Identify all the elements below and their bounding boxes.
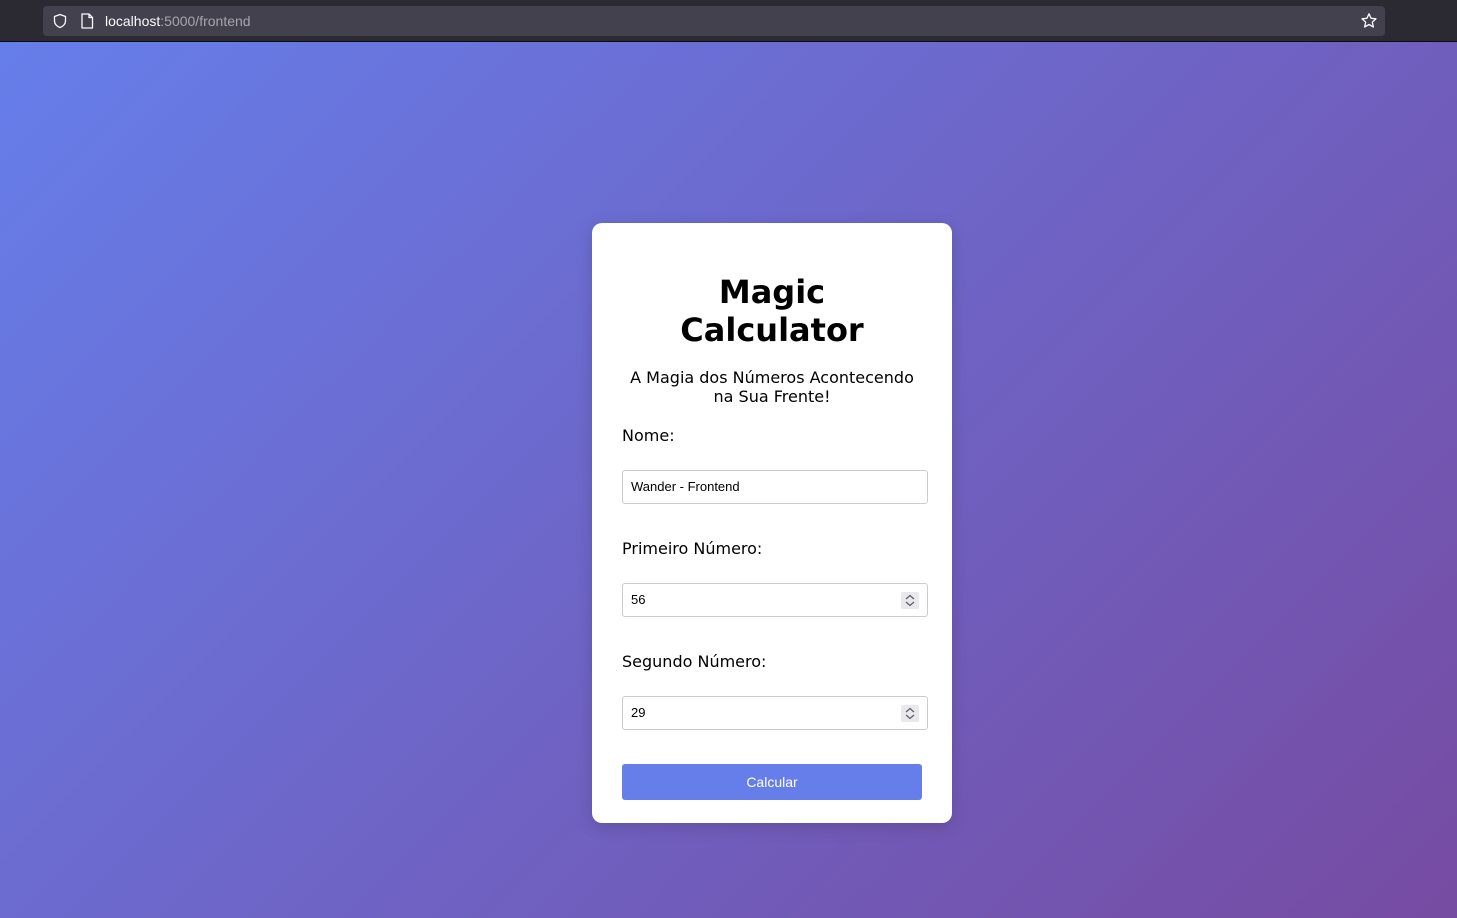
address-bar[interactable]: localhost:5000/frontend <box>43 6 1385 36</box>
page-subtitle: A Magia dos Números Acontecendo na Sua F… <box>630 368 914 406</box>
calculator-card: Magic Calculator A Magia dos Números Aco… <box>592 223 952 823</box>
page-background: Magic Calculator A Magia dos Números Aco… <box>0 42 1457 918</box>
url-text[interactable]: localhost:5000/frontend <box>105 12 251 30</box>
second-number-label: Segundo Número: <box>622 652 767 671</box>
page-icon <box>81 13 94 29</box>
first-number-spinner[interactable] <box>901 592 919 609</box>
browser-toolbar: localhost:5000/frontend <box>0 0 1457 42</box>
first-number-input[interactable]: 56 <box>622 583 928 617</box>
name-input[interactable]: Wander - Frontend <box>622 470 928 504</box>
shield-icon[interactable] <box>52 13 68 29</box>
name-input-value: Wander - Frontend <box>631 479 740 494</box>
second-number-spinner[interactable] <box>901 705 919 722</box>
second-number-value: 29 <box>631 705 646 720</box>
first-number-value: 56 <box>631 592 646 607</box>
second-number-input[interactable]: 29 <box>622 696 928 730</box>
bookmark-star-icon[interactable] <box>1360 12 1378 30</box>
url-host: localhost <box>105 13 161 29</box>
spinner-up-icon[interactable] <box>905 594 915 600</box>
spinner-down-icon[interactable] <box>905 714 915 720</box>
spinner-down-icon[interactable] <box>905 601 915 607</box>
url-path: :5000/frontend <box>160 13 251 29</box>
spinner-up-icon[interactable] <box>905 707 915 713</box>
page-title: Magic Calculator <box>680 273 864 349</box>
name-label: Nome: <box>622 426 675 445</box>
calculate-button[interactable]: Calcular <box>622 764 922 800</box>
first-number-label: Primeiro Número: <box>622 539 763 558</box>
